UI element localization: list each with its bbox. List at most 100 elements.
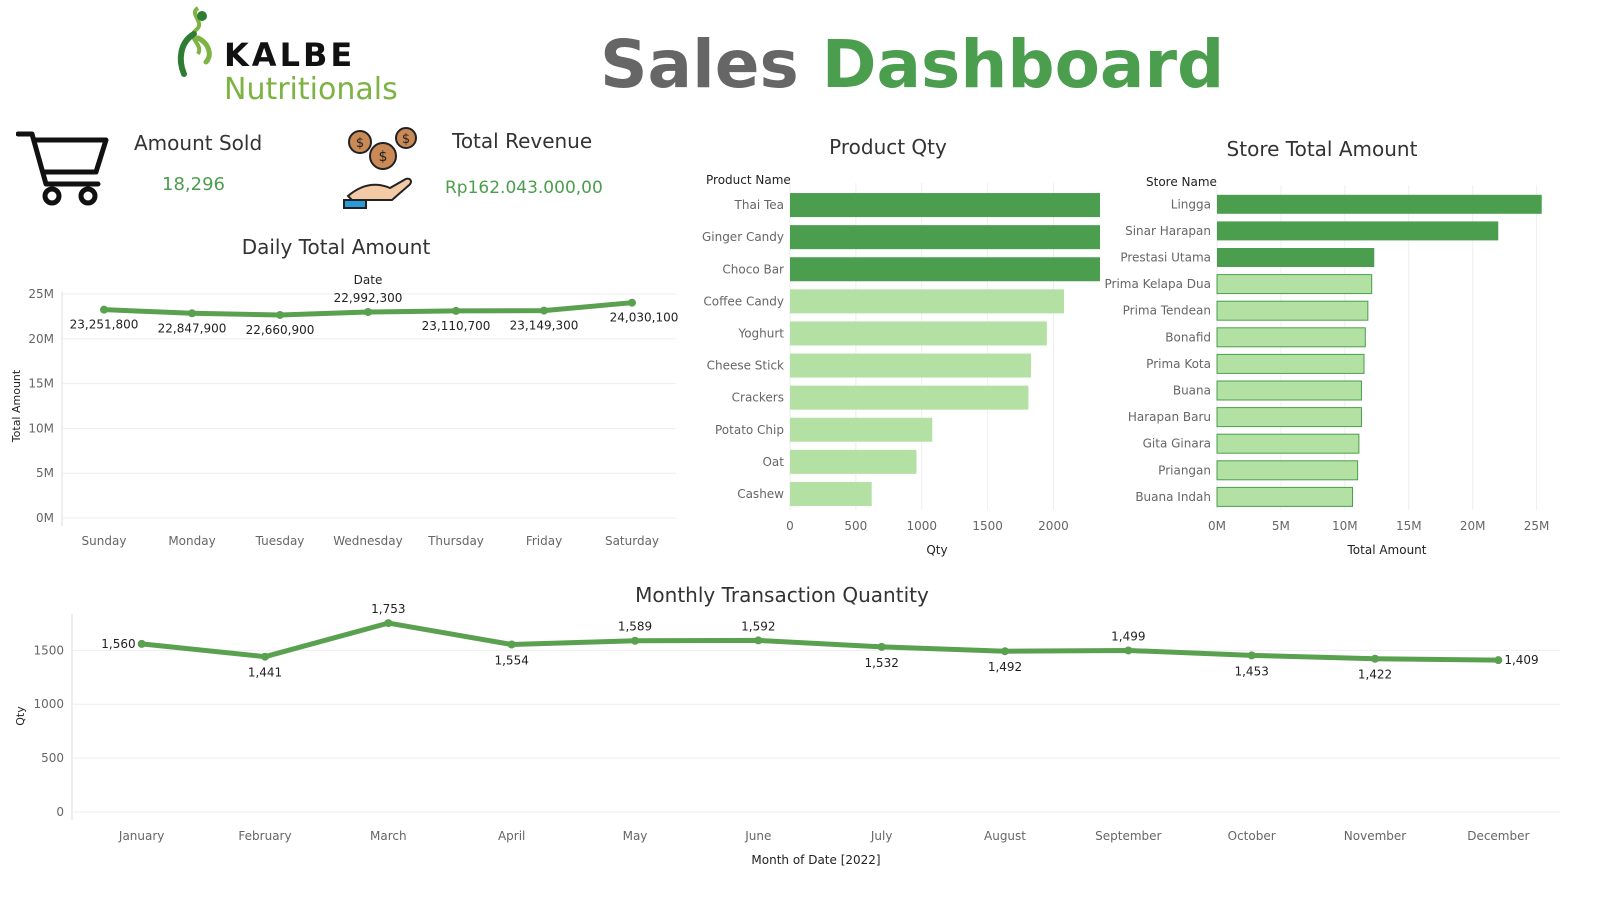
x-tick-label: December [1467, 829, 1529, 843]
data-label: 1,560 [101, 637, 135, 651]
data-point [452, 306, 460, 315]
data-label: 1,422 [1358, 668, 1392, 682]
category-label: Prestasi Utama [1120, 251, 1211, 265]
x-tick-label: 10M [1332, 519, 1358, 533]
y-tick-label: 15M [28, 377, 54, 391]
x-tick-label: 20M [1460, 519, 1486, 533]
y-tick-label: 1000 [33, 697, 64, 711]
bar [1217, 248, 1375, 267]
category-label: Choco Bar [722, 262, 784, 276]
bar [790, 257, 1100, 282]
category-label: Prima Kota [1146, 357, 1211, 371]
data-label: 1,554 [494, 654, 528, 668]
chart-title: Daily Total Amount [242, 235, 431, 259]
y-tick-label: 500 [41, 751, 64, 765]
data-label: 24,030,100 [610, 311, 679, 325]
category-label: Cashew [737, 487, 784, 501]
data-label: 1,409 [1504, 653, 1538, 667]
category-label: Coffee Candy [703, 294, 784, 308]
row-header: Product Name [706, 173, 791, 187]
x-tick-label: Thursday [427, 534, 484, 548]
x-tick-label: Sunday [82, 534, 127, 548]
data-label: 1,753 [371, 602, 405, 616]
category-label: Buana [1173, 384, 1211, 398]
row-header: Store Name [1146, 175, 1217, 189]
y-axis-label: Qty [14, 706, 27, 726]
data-point [1494, 656, 1503, 665]
daily-total-amount-chart: Daily Total Amount Date Total Amount 0M 5M 10… [10, 235, 679, 548]
x-tick-label: Wednesday [333, 534, 402, 548]
x-tick-label: September [1095, 829, 1161, 843]
x-tick-label: February [238, 829, 291, 843]
total-revenue-value: Rp162.043.000,00 [445, 178, 603, 198]
data-point [1371, 654, 1379, 663]
page-title-part1: Sales [600, 26, 799, 103]
svg-text:$: $ [402, 132, 410, 147]
bar [790, 417, 933, 442]
category-label: Ginger Candy [702, 230, 784, 244]
y-tick-label: 5M [36, 466, 54, 480]
x-tick-label: Friday [526, 534, 562, 548]
money-hand-icon: $ $ $ [343, 127, 417, 209]
y-tick-label: 20M [28, 332, 54, 346]
logo-subtext: Nutritionals [224, 72, 398, 107]
category-label: Prima Kelapa Dua [1105, 277, 1211, 291]
x-tick-label: Tuesday [255, 534, 305, 548]
x-tick-label: June [744, 829, 771, 843]
data-point [261, 652, 269, 661]
kalbe-logo-mark [177, 6, 212, 77]
bar [1216, 274, 1373, 295]
data-point [100, 305, 108, 314]
y-tick-label: 0 [56, 805, 64, 819]
data-label: 1,592 [741, 619, 775, 633]
series-line [141, 620, 1499, 663]
x-tick-label: March [370, 829, 407, 843]
category-label: Lingga [1171, 197, 1211, 211]
bar [1216, 460, 1359, 481]
data-point [1247, 651, 1256, 660]
category-label: Cheese Stick [707, 359, 784, 373]
svg-text:$: $ [356, 136, 364, 151]
data-label: 1,589 [618, 620, 652, 634]
bar [1216, 300, 1369, 321]
bar [1217, 194, 1542, 214]
x-tick-label: April [498, 829, 525, 843]
amount-sold-label: Amount Sold [134, 131, 263, 155]
store-total-amount-chart: Store Total Amount Store Name 0M 5M 10M 15M 20… [1105, 137, 1550, 557]
data-point [507, 640, 516, 649]
x-axis-label: Month of Date [2022] [751, 853, 880, 867]
shopping-cart-icon [16, 131, 109, 206]
bar [790, 321, 1047, 346]
y-tick-label: 25M [28, 287, 54, 301]
x-header: Date [354, 273, 383, 287]
category-label: Prima Tendean [1123, 304, 1211, 318]
total-revenue-label: Total Revenue [452, 129, 593, 153]
data-label: 1,532 [864, 656, 898, 670]
category-label: Harapan Baru [1128, 410, 1211, 424]
x-tick-label: 1500 [972, 519, 1003, 533]
bar [790, 225, 1100, 250]
data-label: 22,660,900 [246, 323, 315, 337]
category-label: Gita Ginara [1143, 437, 1211, 451]
data-label: 22,847,900 [158, 321, 227, 335]
chart-title: Product Qty [829, 135, 947, 159]
data-point [631, 636, 639, 645]
data-point [1124, 646, 1133, 655]
x-tick-label: 1000 [906, 519, 937, 533]
bar [1216, 327, 1366, 348]
monthly-transaction-qty-chart: Monthly Transaction Quantity Qty 0 500 1000 1… [14, 583, 1560, 867]
y-tick-label: 1500 [33, 643, 64, 657]
category-label: Sinar Harapan [1125, 224, 1211, 238]
bar [1216, 486, 1354, 507]
x-tick-label: May [623, 829, 648, 843]
x-tick-label: August [984, 829, 1026, 843]
logo-word: KALBE [224, 36, 356, 74]
data-point [628, 298, 636, 307]
data-label: 1,492 [988, 660, 1022, 674]
x-tick-label: 15M [1396, 519, 1422, 533]
category-label: Yoghurt [737, 326, 784, 340]
page-title-part2: Dashboard [821, 26, 1225, 103]
x-tick-label: 500 [844, 519, 867, 533]
bar [790, 449, 917, 474]
x-tick-label: November [1344, 829, 1406, 843]
